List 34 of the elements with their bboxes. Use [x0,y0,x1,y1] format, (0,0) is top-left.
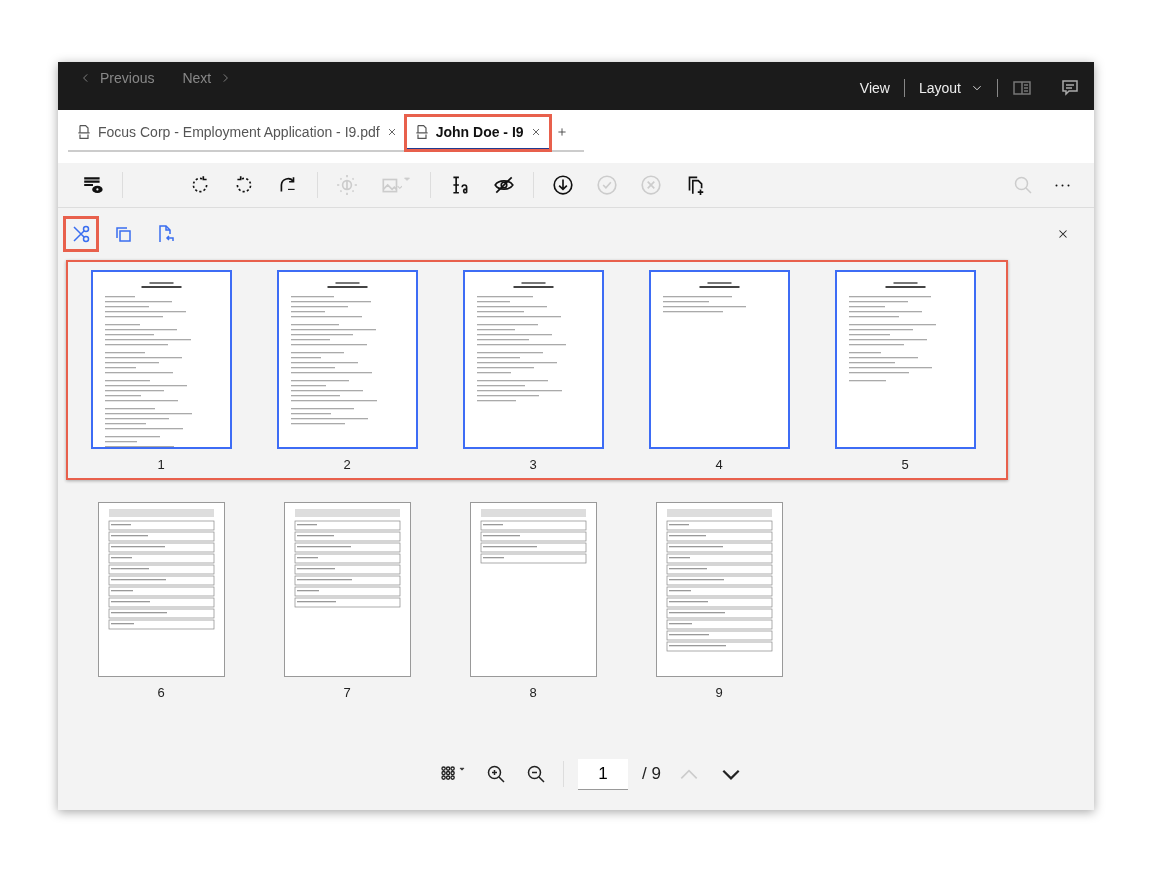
hidden-eye-icon [493,174,515,196]
view-menu[interactable]: View [845,80,904,96]
page-number: 8 [529,685,537,700]
page-number: 6 [157,685,165,700]
scissors-icon [71,224,91,244]
page-number: 1 [157,457,165,472]
download-icon [552,174,574,196]
page-number: 2 [343,457,351,472]
checkmark-icon [596,174,618,196]
cancel-icon [640,174,662,196]
split-panel-icon [1012,78,1032,98]
page-tool-button[interactable] [66,219,96,249]
page-total: / 9 [642,764,661,784]
page-number: 5 [901,457,909,472]
plus-icon [555,126,568,138]
document-tab[interactable]: John Doe - I9 [405,116,550,150]
zoom-out-icon [526,764,547,784]
search-icon [1013,175,1033,195]
document-icon [76,124,92,140]
page-number: 4 [715,457,723,472]
copy-icon [113,224,133,244]
document-icon [413,124,430,140]
page-number: 3 [529,457,537,472]
layout-menu[interactable]: Layout [904,80,997,96]
more-icon [1055,183,1070,187]
zoom-in-icon [486,764,507,784]
caret-icon [402,174,412,184]
page-input[interactable]: 1 [578,758,629,790]
brightness-icon [336,174,358,196]
page-number: 7 [343,685,351,700]
layers-eye-icon [82,174,104,196]
comment-icon [1060,78,1080,98]
page-number: 9 [715,685,723,700]
caret-icon [458,765,467,773]
